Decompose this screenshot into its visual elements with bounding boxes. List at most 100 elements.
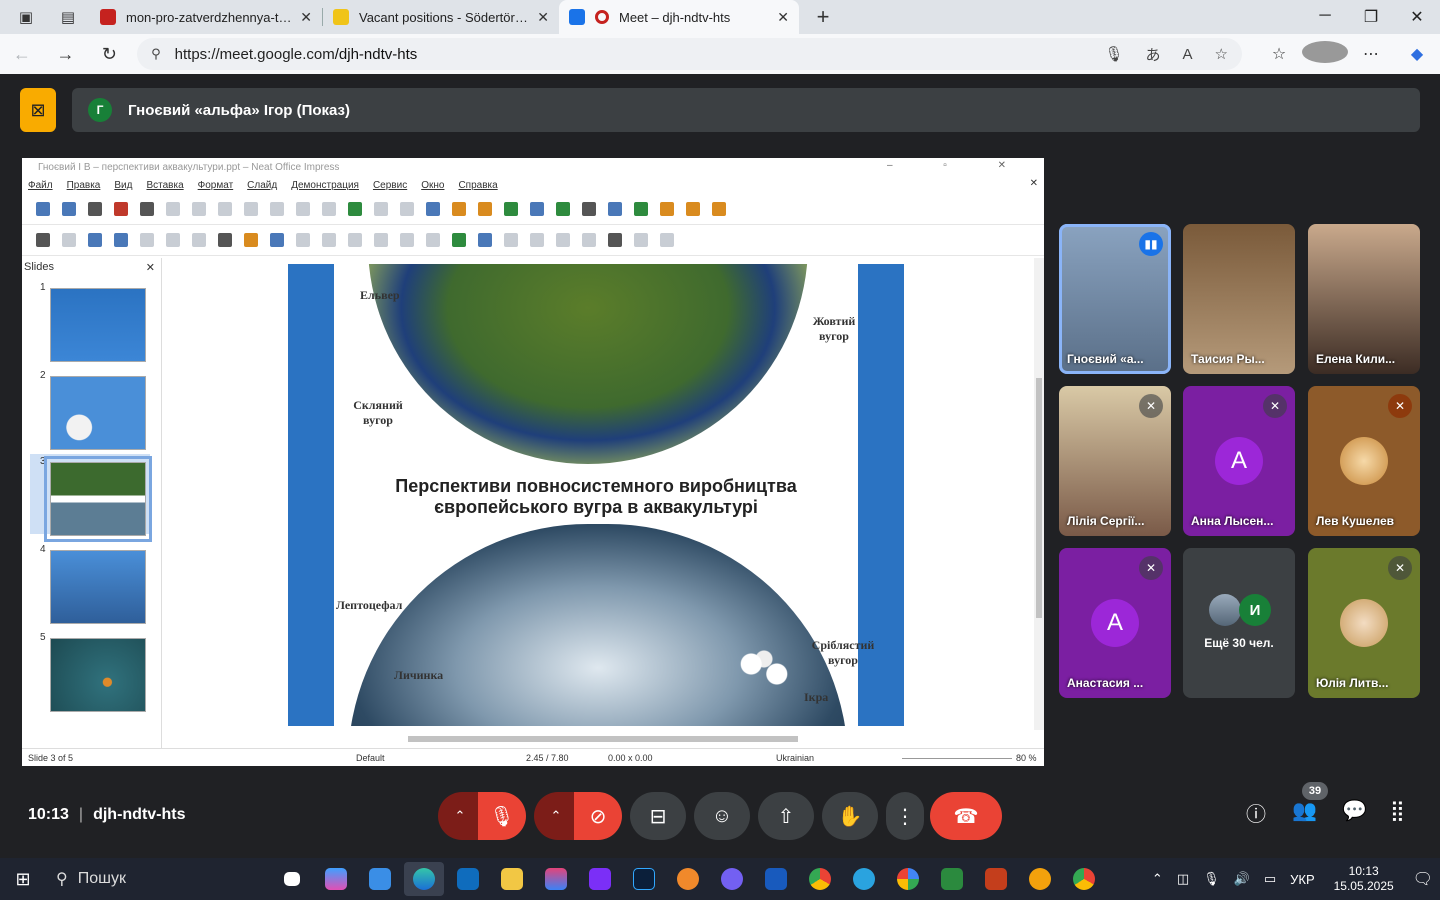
menu-view[interactable]: Вид	[114, 180, 132, 191]
taskbar-clock[interactable]: 10:13 15.05.2025	[1334, 864, 1394, 894]
more-menu-icon[interactable]: ⋯	[1348, 44, 1394, 64]
shadow-icon[interactable]	[556, 233, 570, 247]
copilot-app-icon[interactable]	[316, 862, 356, 896]
undo-icon[interactable]	[270, 202, 284, 216]
volume-icon[interactable]: 🔊	[1234, 871, 1250, 887]
scroll-thumb[interactable]	[1036, 378, 1042, 618]
slide-thumbnail-1[interactable]: 1	[22, 280, 162, 362]
cut-icon[interactable]	[166, 202, 180, 216]
favorites-icon[interactable]: ☆	[1256, 44, 1302, 64]
slideshow-icon[interactable]	[452, 202, 466, 216]
color-icon[interactable]	[660, 202, 674, 216]
line-color-icon[interactable]	[88, 233, 102, 247]
site-info-icon[interactable]: ⚲	[151, 46, 161, 62]
shared-screen[interactable]: Гноєвий І В – перспективи аквакультури.p…	[22, 158, 1044, 766]
line-icon[interactable]	[140, 233, 154, 247]
draw-functions-icon[interactable]	[634, 202, 648, 216]
scroll-thumb[interactable]	[408, 736, 798, 742]
word-icon[interactable]	[756, 862, 796, 896]
basic-shapes-icon[interactable]	[296, 233, 310, 247]
group-icon[interactable]	[712, 202, 726, 216]
menu-window[interactable]: Окно	[421, 180, 444, 191]
restore-icon[interactable]: ❐	[1348, 7, 1394, 27]
menu-slideshow[interactable]: Демонстрация	[291, 180, 359, 191]
ellipse-icon[interactable]	[192, 233, 206, 247]
rectangle-icon[interactable]	[166, 233, 180, 247]
participant-tile[interactable]: ✕ Лілія Сергії...	[1059, 386, 1171, 536]
more-participants-tile[interactable]: И Ещё 30 чел.	[1183, 548, 1295, 698]
browser-tab-3[interactable]: Meet – djh-ndtv-hts ✕	[559, 0, 799, 34]
points-icon[interactable]	[608, 233, 622, 247]
participant-tile[interactable]: ✕ A Анастасия ...	[1059, 548, 1171, 698]
activities-icon[interactable]: ⣿	[1390, 798, 1405, 823]
forward-icon[interactable]: →	[44, 44, 88, 65]
menu-help[interactable]: Справка	[458, 180, 497, 191]
microphone-icon[interactable]: 🎙	[1104, 45, 1123, 63]
export-pdf-icon[interactable]	[114, 202, 128, 216]
microphone-toggle-button[interactable]: 🎙	[478, 792, 526, 840]
stop-presenting-icon[interactable]: ⊠	[20, 88, 56, 132]
print-icon[interactable]	[140, 202, 154, 216]
m365-icon[interactable]	[536, 862, 576, 896]
edge-icon[interactable]	[404, 862, 444, 896]
table-icon[interactable]	[374, 202, 388, 216]
connector-icon[interactable]	[270, 233, 284, 247]
app-icon[interactable]	[932, 862, 972, 896]
close-tab-icon[interactable]: ✕	[777, 9, 789, 26]
close-document-icon[interactable]: ✕	[1030, 178, 1038, 189]
workspaces-icon[interactable]: ▣	[14, 5, 38, 29]
task-view-icon[interactable]	[272, 862, 312, 896]
new-icon[interactable]	[36, 202, 50, 216]
present-screen-button[interactable]: ⇧	[758, 792, 814, 840]
arrow-icon[interactable]	[218, 233, 232, 247]
horizontal-scrollbar[interactable]	[172, 734, 1032, 744]
text-icon[interactable]	[582, 202, 596, 216]
display-tray-icon[interactable]: ▭	[1264, 871, 1276, 887]
taskbar-search[interactable]: ⚲ Пошук	[56, 869, 236, 889]
store-icon[interactable]	[360, 862, 400, 896]
chrome-icon[interactable]	[800, 862, 840, 896]
open-icon[interactable]	[62, 202, 76, 216]
navigator-icon[interactable]	[556, 202, 570, 216]
slide-layout-icon[interactable]	[478, 202, 492, 216]
reactions-button[interactable]: ☺	[694, 792, 750, 840]
rotate-icon[interactable]	[478, 233, 492, 247]
video-options-button[interactable]: ⌃	[534, 792, 578, 840]
audio-options-button[interactable]: ⌃	[438, 792, 482, 840]
leave-call-button[interactable]: ☎	[930, 792, 1002, 840]
copilot-icon[interactable]: ◆	[1394, 44, 1440, 64]
toggle-extrusion-icon[interactable]	[660, 233, 674, 247]
current-slide[interactable]: Перспективи повносистемного виробництва …	[288, 264, 904, 726]
slide-thumbnail-3[interactable]: 3	[22, 454, 162, 542]
chat-icon[interactable]: 💬	[1342, 798, 1367, 823]
menu-tools[interactable]: Сервис	[373, 180, 407, 191]
browser-tab-1[interactable]: mon-pro-zatverdzhennya-tematik ✕	[90, 0, 322, 34]
fill-color-icon[interactable]	[114, 233, 128, 247]
tab-actions-icon[interactable]: ▤	[56, 5, 80, 29]
profile-icon[interactable]	[1301, 40, 1348, 68]
participant-tile[interactable]: ✕ A Анна Лысен...	[1183, 386, 1295, 536]
menu-format[interactable]: Формат	[198, 180, 234, 191]
notifications-icon[interactable]: 🗨	[1413, 869, 1433, 889]
vpn-icon[interactable]	[1020, 862, 1060, 896]
save-icon[interactable]	[88, 202, 102, 216]
close-window-icon[interactable]: ✕	[1394, 7, 1440, 27]
redo-icon[interactable]	[296, 202, 310, 216]
close-tab-icon[interactable]: ✕	[300, 9, 312, 26]
participant-tile[interactable]: ▮▮ Гноєвий «а...	[1059, 224, 1171, 374]
close-tab-icon[interactable]: ✕	[537, 9, 549, 26]
slide-workspace[interactable]: Перспективи повносистемного виробництва …	[168, 258, 1044, 748]
start-icon[interactable]: ⊞	[0, 869, 46, 890]
slide-thumbnail-2[interactable]: 2	[22, 368, 162, 450]
browser-app-icon[interactable]	[668, 862, 708, 896]
block-arrows-icon[interactable]	[348, 233, 362, 247]
menu-file[interactable]: Файл	[28, 180, 53, 191]
meeting-details-icon[interactable]: ⓘ	[1246, 798, 1266, 827]
camera-toggle-button[interactable]: ⊘	[574, 792, 622, 840]
copy-icon[interactable]	[192, 202, 206, 216]
vertical-scrollbar[interactable]	[1034, 258, 1044, 730]
chart-icon[interactable]	[400, 202, 414, 216]
flowchart-icon[interactable]	[374, 233, 388, 247]
slide-thumbnail-5[interactable]: 5	[22, 630, 162, 712]
slide-thumbnail-4[interactable]: 4	[22, 542, 162, 624]
